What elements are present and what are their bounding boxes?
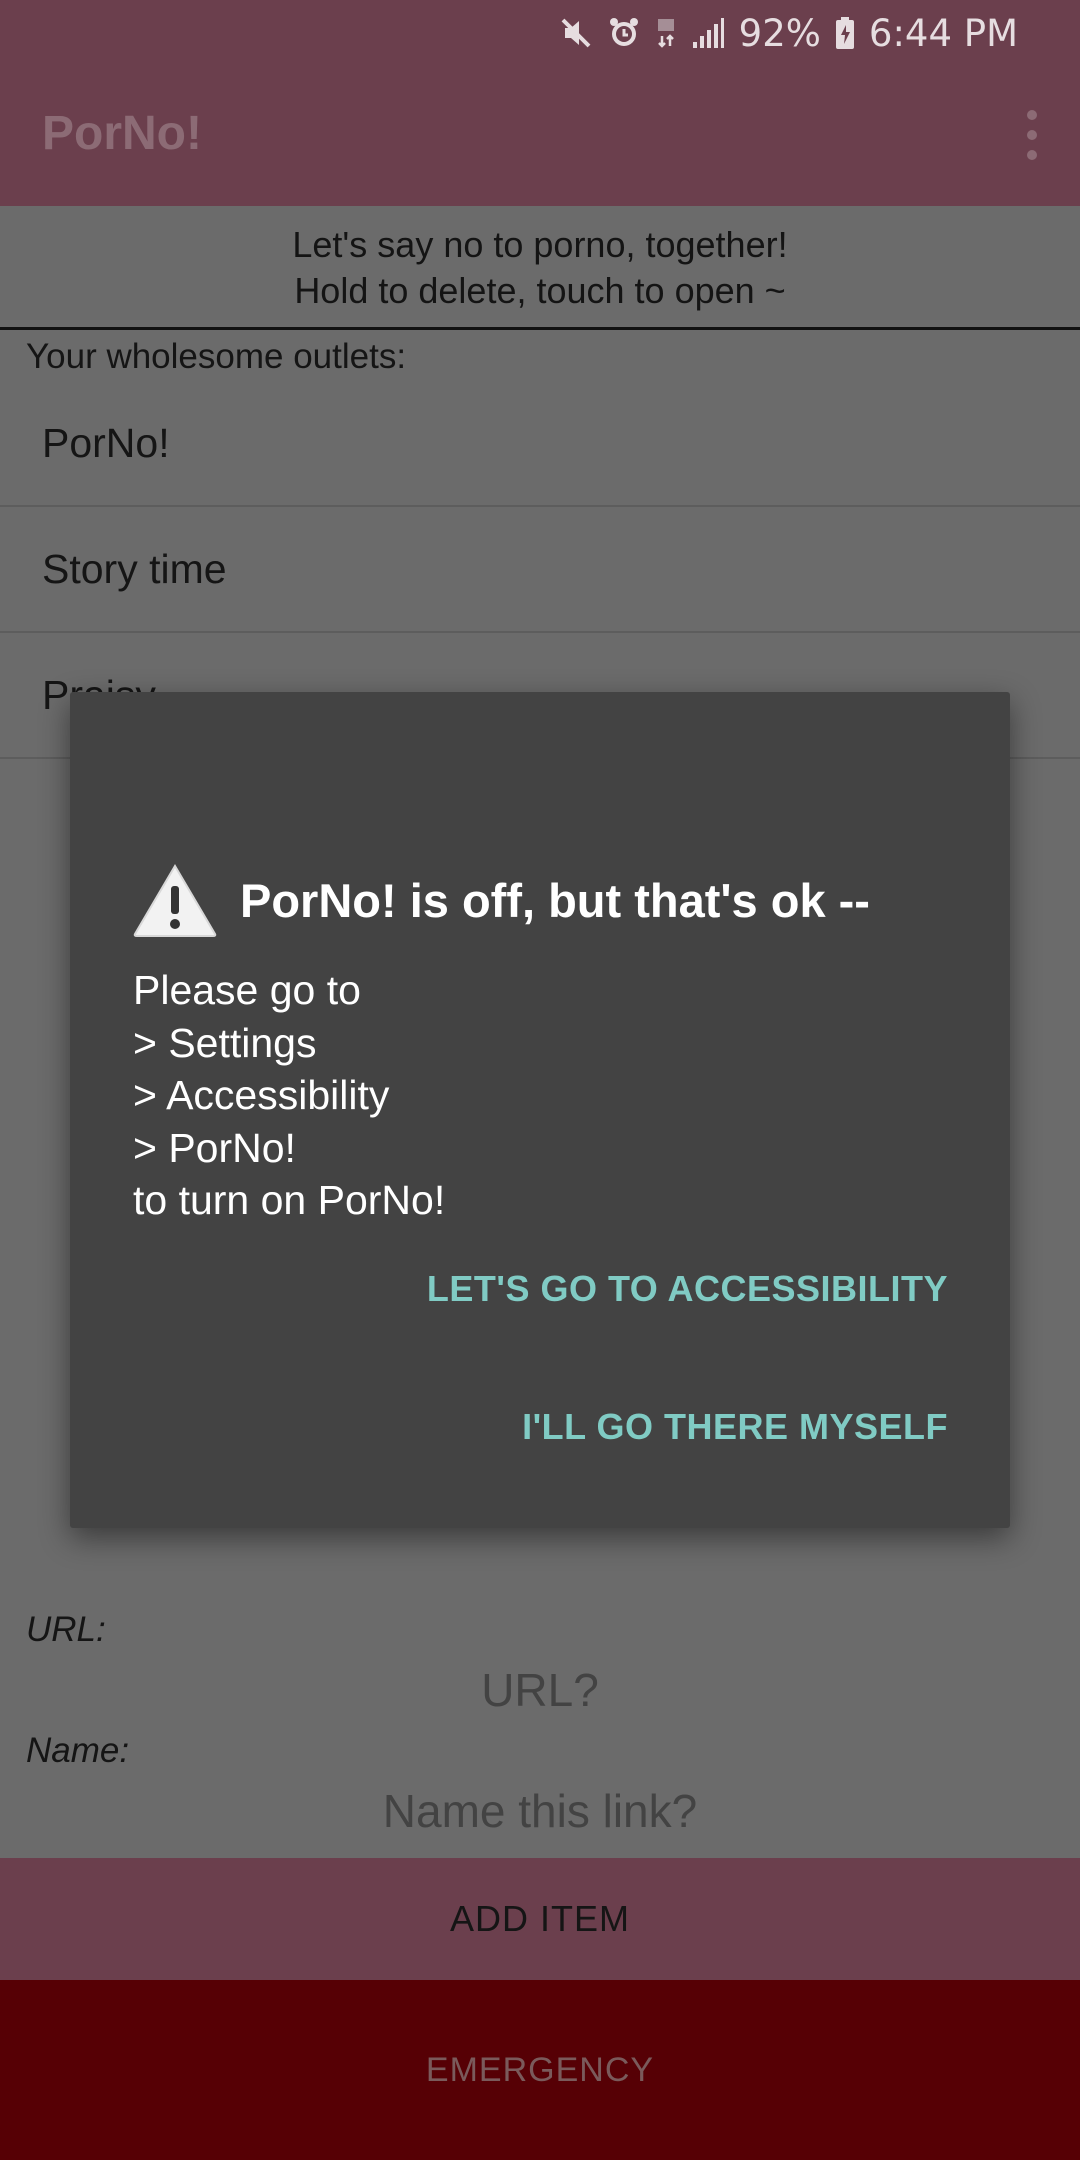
tagline: Let's say no to porno, together! Hold to…: [0, 222, 1080, 314]
accessibility-dialog: PorNo! is off, but that's ok -- Please g…: [70, 692, 1010, 1528]
emergency-button[interactable]: EMERGENCY: [0, 1980, 1080, 2160]
list-item[interactable]: PorNo!: [0, 381, 1080, 507]
signal-icon: [692, 18, 724, 48]
list-item[interactable]: Story time: [0, 507, 1080, 633]
alarm-icon: [609, 18, 638, 46]
app-bar: PorNo!: [0, 66, 1080, 206]
app-title: PorNo!: [42, 107, 202, 160]
status-bar: 92% 6:44 PM: [0, 0, 1080, 66]
dialog-title: PorNo! is off, but that's ok --: [240, 873, 870, 927]
status-icons: 92% 6:44 PM: [559, 10, 1018, 56]
tagline-line1: Let's say no to porno, together!: [292, 224, 788, 265]
name-label: Name:: [26, 1731, 130, 1770]
go-there-myself-button[interactable]: I'LL GO THERE MYSELF: [522, 1406, 948, 1448]
url-input[interactable]: URL?: [0, 1663, 1080, 1717]
divider: [0, 327, 1080, 330]
go-to-accessibility-button[interactable]: LET'S GO TO ACCESSIBILITY: [427, 1268, 948, 1310]
dialog-message: Please go to > Settings > Accessibility …: [133, 967, 446, 1223]
more-vert-icon[interactable]: [1022, 110, 1042, 162]
outlets-heading: Your wholesome outlets:: [26, 337, 407, 376]
tagline-line2: Hold to delete, touch to open ~: [294, 270, 786, 311]
name-input[interactable]: Name this link?: [0, 1784, 1080, 1838]
battery-charging-icon: [835, 17, 854, 49]
url-label: URL:: [26, 1610, 106, 1649]
battery-percent: 92%: [738, 11, 821, 55]
warning-icon: [133, 864, 217, 937]
mute-icon: [561, 18, 591, 48]
status-time: 6:44 PM: [868, 11, 1018, 55]
add-item-button[interactable]: ADD ITEM: [0, 1858, 1080, 1980]
data-icon: [657, 19, 674, 48]
dialog-header: PorNo! is off, but that's ok --: [132, 860, 870, 940]
